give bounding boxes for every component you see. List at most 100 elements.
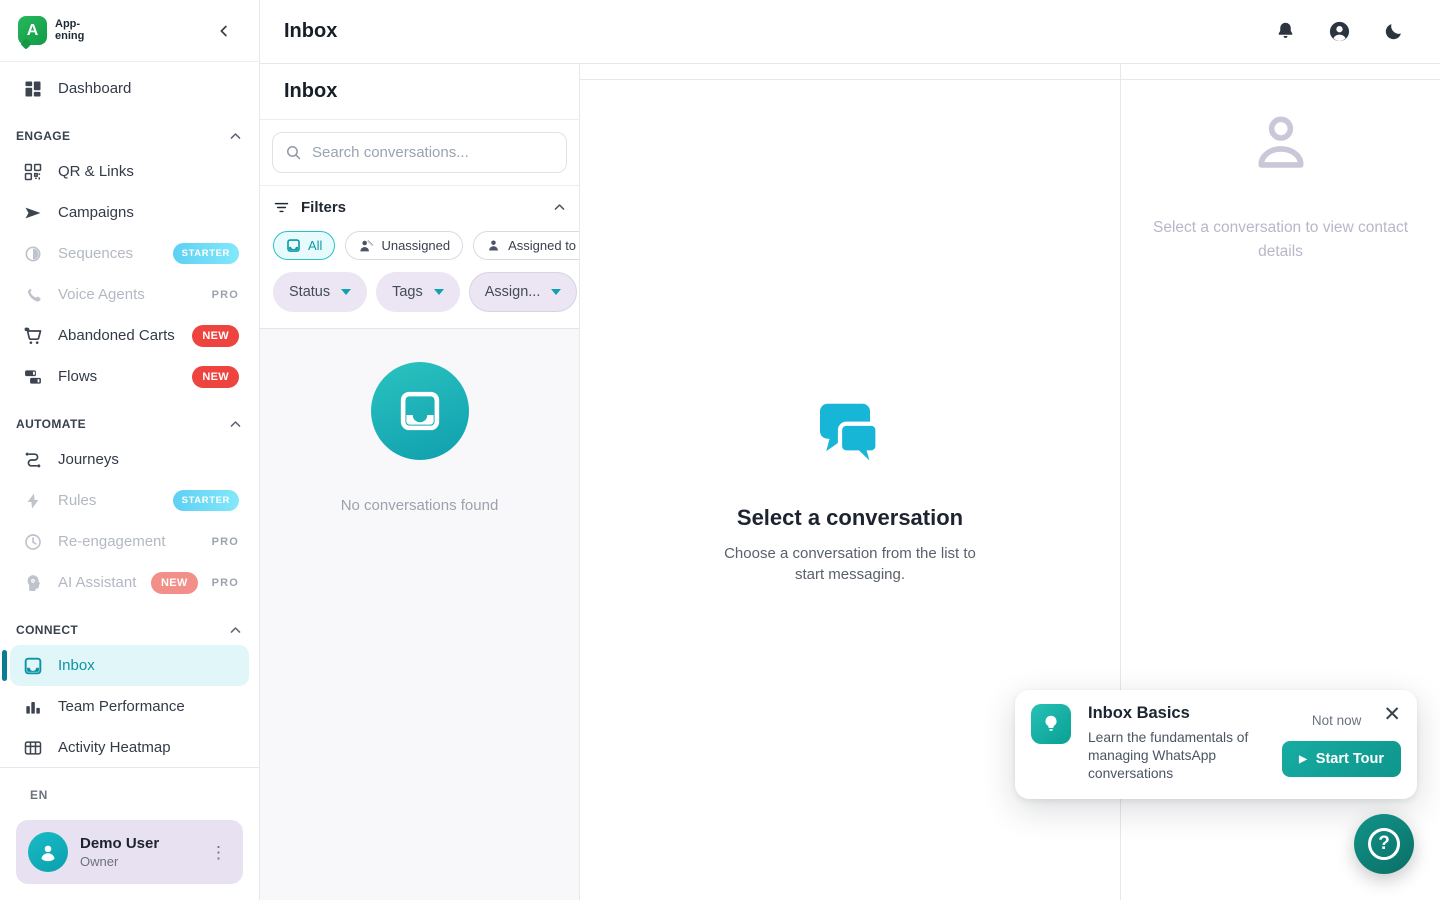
dark-mode-icon[interactable] <box>1383 21 1404 42</box>
chevron-up-icon <box>228 129 243 144</box>
caret-down-icon <box>551 289 561 295</box>
contact-empty-text: Select a conversation to view contact de… <box>1153 216 1408 264</box>
sidebar-item-campaigns[interactable]: Campaigns <box>10 192 249 233</box>
qr-icon <box>22 161 44 183</box>
sidebar-item-label: Voice Agents <box>58 286 145 303</box>
account-icon[interactable] <box>1328 20 1351 43</box>
sidebar-item-label: Flows <box>58 368 97 385</box>
filter-chip-assigned-to-me[interactable]: Assigned to me <box>473 231 579 260</box>
section-header-connect[interactable]: CONNECT <box>16 615 243 645</box>
chat-bubbles-icon <box>810 395 890 475</box>
close-icon[interactable]: ✕ <box>1383 704 1401 725</box>
sidebar-item-qr-links[interactable]: QR & Links <box>10 151 249 192</box>
sidebar-item-label: Team Performance <box>58 698 185 715</box>
badge-group: NEW <box>192 366 239 388</box>
filter-icon <box>273 199 290 216</box>
sidebar-item-sequences[interactable]: SequencesSTARTER <box>10 233 249 274</box>
sidebar-item-label: Dashboard <box>58 80 131 97</box>
badge-group: NEW <box>192 325 239 347</box>
filters-section: Filters All Unassigned Assigned to me Stat… <box>260 186 579 329</box>
person-icon <box>37 841 59 863</box>
user-icon <box>486 238 501 253</box>
phone-icon <box>22 284 44 306</box>
sidebar-item-label: Campaigns <box>58 204 134 221</box>
chat-empty-line2: start messaging. <box>795 566 905 583</box>
send-icon <box>22 202 44 224</box>
user-menu-kebab-icon[interactable]: ⋮ <box>206 842 231 863</box>
contact-panel-header <box>1121 64 1440 80</box>
flows-icon <box>22 366 44 388</box>
cart-icon <box>22 325 44 347</box>
badge-group: NEWPRO <box>151 572 239 594</box>
inbox-circle-icon <box>371 362 469 460</box>
chevron-up-icon <box>228 417 243 432</box>
user-avatar <box>28 832 68 872</box>
sidebar-item-label: Rules <box>58 492 96 509</box>
brand-name: App- ening <box>55 19 84 42</box>
route-icon <box>22 449 44 471</box>
inbox-icon <box>22 655 44 677</box>
sidebar-item-dashboard[interactable]: Dashboard <box>10 68 249 109</box>
sidebar-item-label: AI Assistant <box>58 574 136 591</box>
section-header-automate[interactable]: AUTOMATE <box>16 409 243 439</box>
dashboard-icon <box>22 78 44 100</box>
chip-label: Unassigned <box>381 238 450 253</box>
sidebar-item-inbox[interactable]: Inbox <box>10 645 249 686</box>
brand-name-line1: App- <box>55 18 80 30</box>
section-header-engage[interactable]: ENGAGE <box>16 121 243 151</box>
search-box[interactable] <box>272 132 567 173</box>
filter-chip-all[interactable]: All <box>273 231 335 260</box>
sidebar-item-ai-assistant[interactable]: AI Assistant NEWPRO <box>10 562 249 603</box>
sidebar-footer: EN Demo User Owner ⋮ <box>0 767 259 900</box>
section-label: ENGAGE <box>16 129 70 143</box>
filter-dropdown-assign[interactable]: Assign... <box>469 272 578 312</box>
chevron-up-icon[interactable] <box>552 200 567 215</box>
halfcircle-icon <box>22 243 44 265</box>
starter-badge: STARTER <box>173 490 239 511</box>
badge-group: STARTER <box>173 243 239 264</box>
lightbulb-icon <box>1031 704 1071 744</box>
bell-icon[interactable] <box>1275 21 1296 42</box>
caret-down-icon <box>341 289 351 295</box>
filters-header[interactable]: Filters <box>273 199 567 216</box>
contact-empty-line2: details <box>1258 243 1303 260</box>
chip-label: All <box>308 238 322 253</box>
filter-dropdown-status[interactable]: Status <box>273 272 367 312</box>
caret-down-icon <box>434 289 444 295</box>
badge-group: STARTER <box>173 490 239 511</box>
user-card[interactable]: Demo User Owner ⋮ <box>16 820 243 884</box>
tour-toast: Inbox Basics Learn the fundamentals of m… <box>1015 690 1417 799</box>
sidebar-item-label: Journeys <box>58 451 119 468</box>
search-icon <box>285 144 302 161</box>
language-selector[interactable]: EN <box>30 788 243 802</box>
start-tour-button[interactable]: ▶ Start Tour <box>1282 741 1401 777</box>
sidebar-item-re-engagement[interactable]: Re-engagementPRO <box>10 521 249 562</box>
search-input[interactable] <box>312 144 554 161</box>
pro-badge: PRO <box>212 536 239 548</box>
chat-empty-subtitle: Choose a conversation from the list to s… <box>724 543 976 585</box>
conversation-panel-header: Inbox <box>260 64 579 120</box>
section-label: CONNECT <box>16 623 78 637</box>
not-now-button[interactable]: Not now <box>1312 713 1362 728</box>
sidebar-item-rules[interactable]: Rules STARTER <box>10 480 249 521</box>
conversation-empty-state: No conversations found <box>260 329 579 900</box>
sidebar-item-flows[interactable]: Flows NEW <box>10 356 249 397</box>
filter-dropdown-tags[interactable]: Tags <box>376 272 460 312</box>
toast-top-row: Not now ✕ <box>1312 704 1401 728</box>
filter-chip-unassigned[interactable]: Unassigned <box>345 231 463 260</box>
play-icon: ▶ <box>1299 754 1307 765</box>
sidebar-item-voice-agents[interactable]: Voice Agents PRO <box>10 274 249 315</box>
help-fab-button[interactable]: ? <box>1354 814 1414 874</box>
sidebar-nav: Dashboard ENGAGE QR & Links Campaigns Sequen… <box>0 62 259 767</box>
badge-group: PRO <box>212 289 239 301</box>
sidebar-item-activity-heatmap[interactable]: Activity Heatmap <box>10 727 249 767</box>
sidebar-item-abandoned-carts[interactable]: Abandoned CartsNEW <box>10 315 249 356</box>
toast-actions: Not now ✕ ▶ Start Tour <box>1282 704 1401 783</box>
sidebar-item-journeys[interactable]: Journeys <box>10 439 249 480</box>
sidebar-item-team-performance[interactable]: Team Performance <box>10 686 249 727</box>
user-name: Demo User <box>80 835 159 852</box>
sidebar-collapse-button[interactable] <box>211 18 237 44</box>
bolt-icon <box>22 490 44 512</box>
sidebar-item-label: Inbox <box>58 657 95 674</box>
contact-empty-state: Select a conversation to view contact de… <box>1121 80 1440 264</box>
